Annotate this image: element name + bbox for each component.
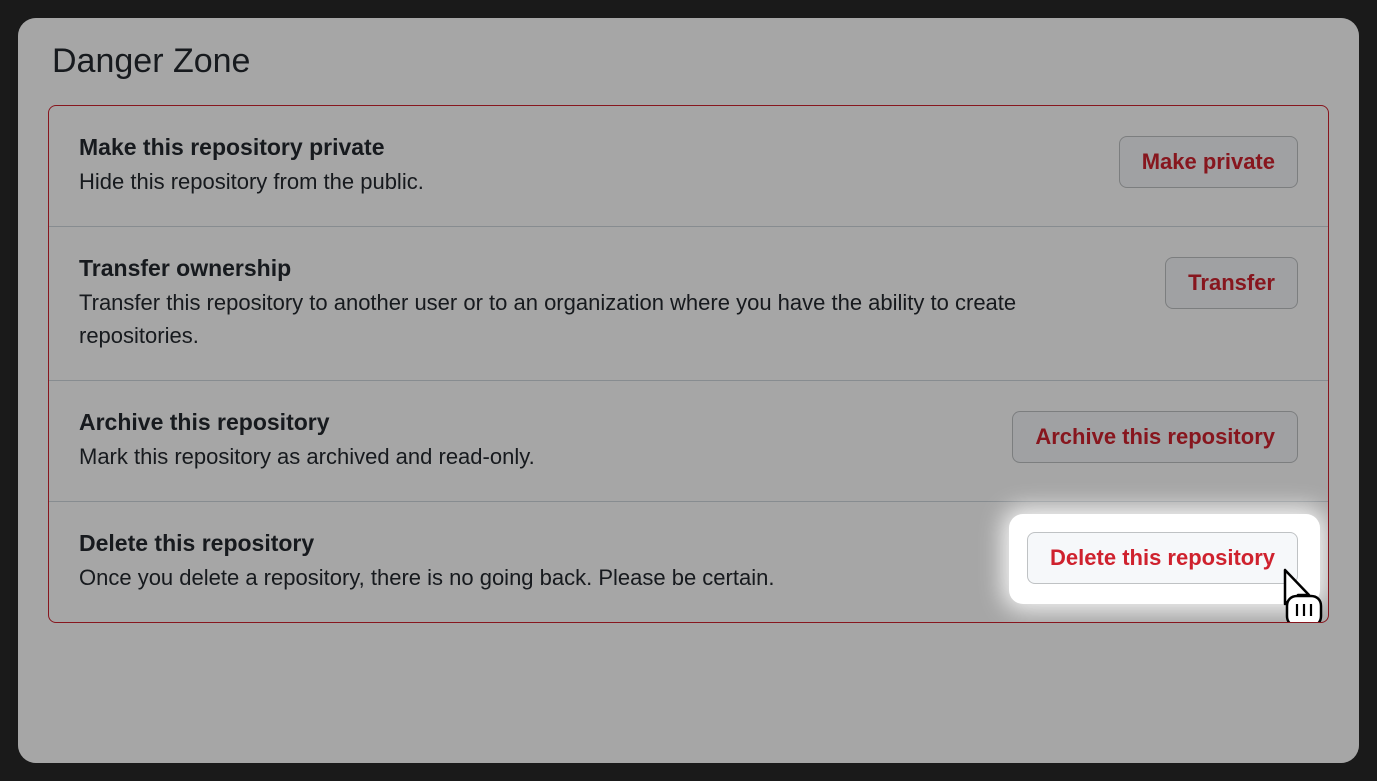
delete-repository-desc: Once you delete a repository, there is n…: [79, 561, 1003, 594]
archive-repository-desc: Mark this repository as archived and rea…: [79, 440, 988, 473]
transfer-ownership-row: Transfer ownership Transfer this reposit…: [49, 227, 1328, 381]
make-private-title: Make this repository private: [79, 134, 1095, 161]
delete-repository-row: Delete this repository Once you delete a…: [49, 502, 1328, 622]
row-text: Transfer ownership Transfer this reposit…: [79, 255, 1141, 352]
make-private-button[interactable]: Make private: [1119, 136, 1298, 188]
highlighted-action: Delete this repository: [1027, 530, 1298, 584]
transfer-ownership-desc: Transfer this repository to another user…: [79, 286, 1141, 352]
row-text: Archive this repository Mark this reposi…: [79, 409, 988, 473]
make-private-desc: Hide this repository from the public.: [79, 165, 1095, 198]
delete-repository-title: Delete this repository: [79, 530, 1003, 557]
transfer-button[interactable]: Transfer: [1165, 257, 1298, 309]
make-private-row: Make this repository private Hide this r…: [49, 106, 1328, 227]
transfer-ownership-title: Transfer ownership: [79, 255, 1141, 282]
settings-panel: Danger Zone Make this repository private…: [18, 18, 1359, 763]
row-text: Delete this repository Once you delete a…: [79, 530, 1003, 594]
archive-repository-button[interactable]: Archive this repository: [1012, 411, 1298, 463]
delete-repository-button[interactable]: Delete this repository: [1027, 532, 1298, 584]
row-text: Make this repository private Hide this r…: [79, 134, 1095, 198]
archive-repository-title: Archive this repository: [79, 409, 988, 436]
danger-zone-section: Danger Zone Make this repository private…: [18, 18, 1359, 763]
danger-zone-heading: Danger Zone: [52, 42, 1329, 81]
archive-repository-row: Archive this repository Mark this reposi…: [49, 381, 1328, 502]
danger-zone-box: Make this repository private Hide this r…: [48, 105, 1329, 623]
